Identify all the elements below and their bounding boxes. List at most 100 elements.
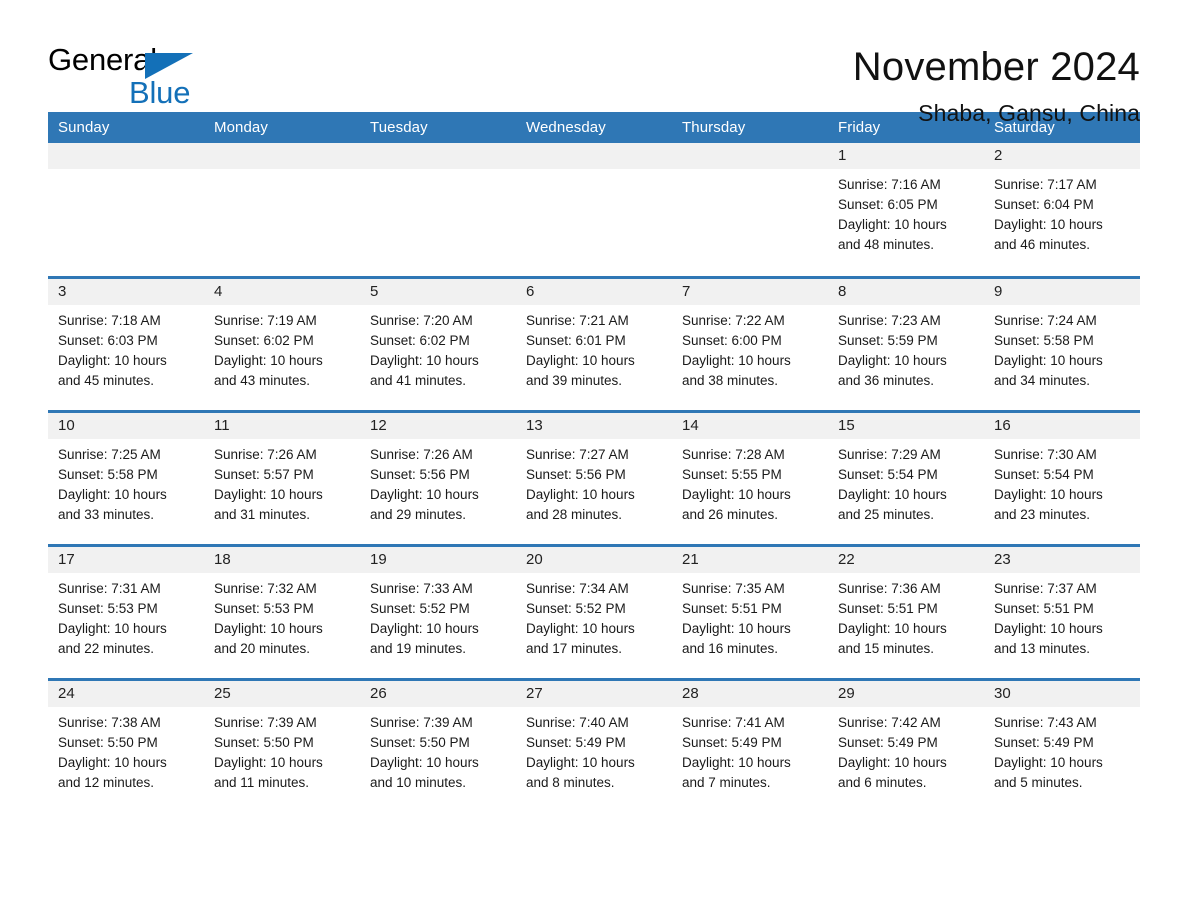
day-details: Sunrise: 7:27 AM Sunset: 5:56 PM Daylight:…: [516, 439, 672, 525]
day-cell-content: 18 Sunrise: 7:32 AM Sunset: 5:53 PM Dayligh…: [204, 546, 360, 659]
day-details: Sunrise: 7:33 AM Sunset: 5:52 PM Daylight:…: [360, 573, 516, 659]
calendar-day-cell[interactable]: 22 Sunrise: 7:36 AM Sunset: 5:51 PM Dayligh…: [828, 543, 984, 679]
calendar-day-cell[interactable]: 5 Sunrise: 7:20 AM Sunset: 6:02 PM Daylight…: [360, 275, 516, 411]
sunrise-time: Sunrise: 7:26 AM: [370, 446, 473, 462]
daylight-duration-line1: Daylight: 10 hours: [682, 620, 791, 636]
daylight-duration-line1: Daylight: 10 hours: [994, 754, 1103, 770]
sunrise-time: Sunrise: 7:22 AM: [682, 312, 785, 328]
calendar-day-cell[interactable]: 11 Sunrise: 7:26 AM Sunset: 5:57 PM Dayligh…: [204, 409, 360, 545]
day-number: 29: [828, 680, 984, 707]
day-details: Sunrise: 7:36 AM Sunset: 5:51 PM Daylight:…: [828, 573, 984, 659]
calendar-day-cell[interactable]: 25 Sunrise: 7:39 AM Sunset: 5:50 PM Dayligh…: [204, 677, 360, 813]
daylight-duration-line2: and 13 minutes.: [994, 640, 1091, 656]
daylight-duration-line2: and 7 minutes.: [682, 774, 771, 790]
sunrise-time: Sunrise: 7:31 AM: [58, 580, 161, 596]
calendar-week-row: 3 Sunrise: 7:18 AM Sunset: 6:03 PM Daylight…: [48, 275, 1140, 411]
daylight-duration-line2: and 33 minutes.: [58, 506, 155, 522]
day-details: Sunrise: 7:40 AM Sunset: 5:49 PM Daylight:…: [516, 707, 672, 793]
generalblue-logo[interactable]: General Blue: [48, 44, 248, 114]
day-number: 24: [48, 680, 204, 707]
day-details: Sunrise: 7:28 AM Sunset: 5:55 PM Daylight:…: [672, 439, 828, 525]
calendar-cell-empty: [204, 143, 360, 277]
calendar-day-cell[interactable]: 27 Sunrise: 7:40 AM Sunset: 5:49 PM Dayligh…: [516, 677, 672, 813]
calendar-day-cell[interactable]: 18 Sunrise: 7:32 AM Sunset: 5:53 PM Dayligh…: [204, 543, 360, 679]
calendar-day-cell[interactable]: 20 Sunrise: 7:34 AM Sunset: 5:52 PM Dayligh…: [516, 543, 672, 679]
day-cell-content: 7 Sunrise: 7:22 AM Sunset: 6:00 PM Daylight…: [672, 278, 828, 391]
daylight-duration-line2: and 6 minutes.: [838, 774, 927, 790]
sunset-time: Sunset: 5:49 PM: [526, 734, 626, 750]
calendar-day-cell[interactable]: 2 Sunrise: 7:17 AM Sunset: 6:04 PM Daylight…: [984, 143, 1140, 277]
daylight-duration-line1: Daylight: 10 hours: [58, 620, 167, 636]
calendar-day-cell[interactable]: 13 Sunrise: 7:27 AM Sunset: 5:56 PM Dayligh…: [516, 409, 672, 545]
calendar-day-cell[interactable]: 9 Sunrise: 7:24 AM Sunset: 5:58 PM Daylight…: [984, 275, 1140, 411]
calendar-day-cell[interactable]: 26 Sunrise: 7:39 AM Sunset: 5:50 PM Dayligh…: [360, 677, 516, 813]
day-number: 7: [672, 278, 828, 305]
daylight-duration-line2: and 17 minutes.: [526, 640, 623, 656]
sunset-time: Sunset: 5:56 PM: [526, 466, 626, 482]
calendar-day-cell[interactable]: 19 Sunrise: 7:33 AM Sunset: 5:52 PM Dayligh…: [360, 543, 516, 679]
day-number: 25: [204, 680, 360, 707]
sunset-time: Sunset: 5:50 PM: [370, 734, 470, 750]
daylight-duration-line2: and 25 minutes.: [838, 506, 935, 522]
day-cell-content: 19 Sunrise: 7:33 AM Sunset: 5:52 PM Dayligh…: [360, 546, 516, 659]
day-cell-content: 23 Sunrise: 7:37 AM Sunset: 5:51 PM Dayligh…: [984, 546, 1140, 659]
calendar-day-cell[interactable]: 7 Sunrise: 7:22 AM Sunset: 6:00 PM Daylight…: [672, 275, 828, 411]
sunset-time: Sunset: 5:49 PM: [682, 734, 782, 750]
day-details: Sunrise: 7:32 AM Sunset: 5:53 PM Daylight:…: [204, 573, 360, 659]
day-number: 10: [48, 412, 204, 439]
daylight-duration-line1: Daylight: 10 hours: [682, 754, 791, 770]
day-details: Sunrise: 7:18 AM Sunset: 6:03 PM Daylight:…: [48, 305, 204, 391]
day-details: Sunrise: 7:42 AM Sunset: 5:49 PM Daylight:…: [828, 707, 984, 793]
calendar-day-cell[interactable]: 16 Sunrise: 7:30 AM Sunset: 5:54 PM Dayligh…: [984, 409, 1140, 545]
calendar-day-cell[interactable]: 24 Sunrise: 7:38 AM Sunset: 5:50 PM Dayligh…: [48, 677, 204, 813]
sunset-time: Sunset: 5:57 PM: [214, 466, 314, 482]
calendar-day-cell[interactable]: 6 Sunrise: 7:21 AM Sunset: 6:01 PM Daylight…: [516, 275, 672, 411]
day-cell-content: 15 Sunrise: 7:29 AM Sunset: 5:54 PM Dayligh…: [828, 412, 984, 525]
daylight-duration-line2: and 23 minutes.: [994, 506, 1091, 522]
day-details: Sunrise: 7:29 AM Sunset: 5:54 PM Daylight:…: [828, 439, 984, 525]
day-cell-content: 26 Sunrise: 7:39 AM Sunset: 5:50 PM Dayligh…: [360, 680, 516, 793]
day-number: [516, 143, 672, 169]
day-number: 13: [516, 412, 672, 439]
day-number: 6: [516, 278, 672, 305]
calendar-cell-empty: [672, 143, 828, 277]
day-cell-content: 30 Sunrise: 7:43 AM Sunset: 5:49 PM Dayligh…: [984, 680, 1140, 793]
calendar-day-cell[interactable]: 10 Sunrise: 7:25 AM Sunset: 5:58 PM Dayligh…: [48, 409, 204, 545]
sunrise-time: Sunrise: 7:39 AM: [214, 714, 317, 730]
calendar-day-cell[interactable]: 4 Sunrise: 7:19 AM Sunset: 6:02 PM Daylight…: [204, 275, 360, 411]
daylight-duration-line1: Daylight: 10 hours: [682, 486, 791, 502]
sunrise-time: Sunrise: 7:21 AM: [526, 312, 629, 328]
sunrise-time: Sunrise: 7:34 AM: [526, 580, 629, 596]
calendar-day-cell[interactable]: 30 Sunrise: 7:43 AM Sunset: 5:49 PM Dayligh…: [984, 677, 1140, 813]
calendar-day-cell[interactable]: 15 Sunrise: 7:29 AM Sunset: 5:54 PM Dayligh…: [828, 409, 984, 545]
calendar-day-cell[interactable]: 23 Sunrise: 7:37 AM Sunset: 5:51 PM Dayligh…: [984, 543, 1140, 679]
calendar-day-cell[interactable]: 14 Sunrise: 7:28 AM Sunset: 5:55 PM Dayligh…: [672, 409, 828, 545]
day-number: 3: [48, 278, 204, 305]
day-number: 12: [360, 412, 516, 439]
calendar-week-row: 1 Sunrise: 7:16 AM Sunset: 6:05 PM Daylight…: [48, 143, 1140, 277]
sunset-time: Sunset: 6:00 PM: [682, 332, 782, 348]
sunset-time: Sunset: 5:58 PM: [994, 332, 1094, 348]
daylight-duration-line1: Daylight: 10 hours: [58, 754, 167, 770]
day-cell-content: 6 Sunrise: 7:21 AM Sunset: 6:01 PM Daylight…: [516, 278, 672, 391]
day-cell-content: 25 Sunrise: 7:39 AM Sunset: 5:50 PM Dayligh…: [204, 680, 360, 793]
calendar-day-cell[interactable]: 21 Sunrise: 7:35 AM Sunset: 5:51 PM Dayligh…: [672, 543, 828, 679]
day-number: 28: [672, 680, 828, 707]
sunrise-time: Sunrise: 7:39 AM: [370, 714, 473, 730]
daylight-duration-line1: Daylight: 10 hours: [526, 486, 635, 502]
calendar-day-cell[interactable]: 12 Sunrise: 7:26 AM Sunset: 5:56 PM Dayligh…: [360, 409, 516, 545]
calendar-day-cell[interactable]: 17 Sunrise: 7:31 AM Sunset: 5:53 PM Dayligh…: [48, 543, 204, 679]
day-number: 30: [984, 680, 1140, 707]
daylight-duration-line2: and 20 minutes.: [214, 640, 311, 656]
daylight-duration-line1: Daylight: 10 hours: [838, 754, 947, 770]
daylight-duration-line1: Daylight: 10 hours: [994, 486, 1103, 502]
calendar-week-row: 10 Sunrise: 7:25 AM Sunset: 5:58 PM Dayligh…: [48, 409, 1140, 545]
day-details: Sunrise: 7:31 AM Sunset: 5:53 PM Daylight:…: [48, 573, 204, 659]
calendar-day-cell[interactable]: 1 Sunrise: 7:16 AM Sunset: 6:05 PM Daylight…: [828, 143, 984, 277]
calendar-day-cell[interactable]: 28 Sunrise: 7:41 AM Sunset: 5:49 PM Dayligh…: [672, 677, 828, 813]
calendar-day-cell[interactable]: 8 Sunrise: 7:23 AM Sunset: 5:59 PM Daylight…: [828, 275, 984, 411]
sunset-time: Sunset: 6:01 PM: [526, 332, 626, 348]
calendar-day-cell[interactable]: 3 Sunrise: 7:18 AM Sunset: 6:03 PM Daylight…: [48, 275, 204, 411]
sunset-time: Sunset: 5:52 PM: [370, 600, 470, 616]
calendar-day-cell[interactable]: 29 Sunrise: 7:42 AM Sunset: 5:49 PM Dayligh…: [828, 677, 984, 813]
